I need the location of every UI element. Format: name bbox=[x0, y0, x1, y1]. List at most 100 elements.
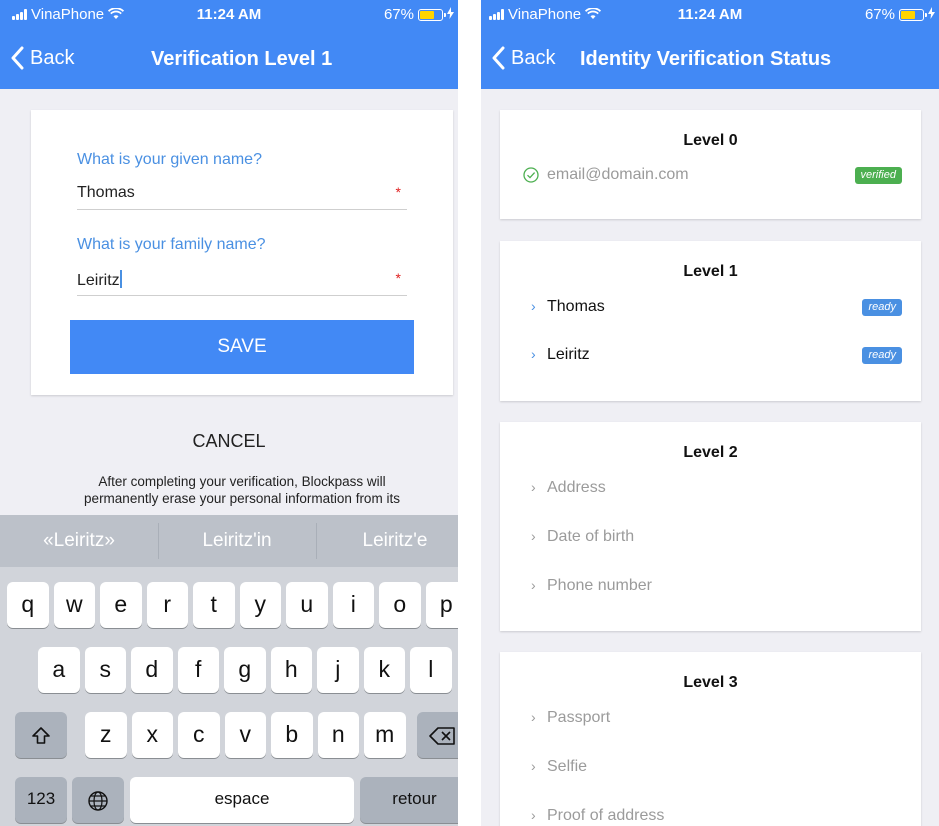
level-title: Level 2 bbox=[683, 444, 738, 461]
family-name-value: Leiritz bbox=[77, 270, 122, 289]
key-w[interactable]: w bbox=[53, 582, 95, 628]
battery-icon bbox=[899, 8, 927, 21]
nav-bar: Back Verification Level 1 bbox=[0, 28, 458, 89]
family-name-field[interactable]: Leiritz * bbox=[77, 266, 407, 296]
key-j[interactable]: j bbox=[317, 647, 359, 693]
check-circle-icon bbox=[523, 167, 539, 183]
chevron-left-icon bbox=[492, 46, 505, 70]
required-mark: * bbox=[395, 270, 401, 286]
level-3-card: Level 3 › Passport › Selfie › Proof of a… bbox=[500, 652, 921, 826]
key-y[interactable]: y bbox=[239, 582, 281, 628]
level-title: Level 0 bbox=[683, 132, 738, 149]
save-button[interactable]: SAVE bbox=[70, 320, 414, 374]
key-t[interactable]: t bbox=[193, 582, 235, 628]
nav-bar: Back Identity Verification Status bbox=[481, 28, 939, 89]
battery-info: 67% bbox=[384, 6, 454, 23]
key-u[interactable]: u bbox=[286, 582, 328, 628]
key-q[interactable]: q bbox=[7, 582, 49, 628]
key-s[interactable]: s bbox=[84, 647, 126, 693]
row-label: Phone number bbox=[547, 577, 652, 594]
row-label: Proof of address bbox=[547, 807, 665, 824]
charging-icon bbox=[447, 7, 454, 22]
key-h[interactable]: h bbox=[270, 647, 312, 693]
battery-percent: 67% bbox=[383, 6, 414, 23]
level-title: Level 1 bbox=[683, 263, 738, 280]
delete-key[interactable] bbox=[417, 712, 458, 758]
charging-icon bbox=[928, 7, 935, 22]
row-label: Selfie bbox=[547, 758, 588, 775]
back-label: Back bbox=[511, 46, 556, 69]
date-of-birth-row[interactable]: › Date of birth bbox=[523, 528, 902, 548]
key-p[interactable]: p bbox=[425, 582, 458, 628]
key-m[interactable]: m bbox=[364, 712, 406, 758]
key-b[interactable]: b bbox=[271, 712, 313, 758]
back-label: Back bbox=[30, 46, 75, 69]
key-d[interactable]: d bbox=[131, 647, 173, 693]
key-z[interactable]: z bbox=[85, 712, 127, 758]
level-2-card: Level 2 › Address › Date of birth › Phon… bbox=[500, 422, 921, 631]
suggestion-2[interactable]: Leiritz'in bbox=[158, 515, 316, 567]
key-k[interactable]: k bbox=[363, 647, 405, 693]
key-a[interactable]: a bbox=[38, 647, 80, 693]
key-v[interactable]: v bbox=[224, 712, 266, 758]
required-mark: * bbox=[395, 184, 401, 200]
row-label: Address bbox=[547, 479, 606, 496]
battery-percent: 67% bbox=[864, 6, 895, 23]
shift-icon bbox=[32, 727, 50, 744]
status-badge: ready bbox=[862, 299, 902, 316]
key-i[interactable]: i bbox=[332, 582, 374, 628]
chevron-right-icon: › bbox=[531, 346, 536, 362]
key-o[interactable]: o bbox=[379, 582, 421, 628]
selfie-row[interactable]: › Selfie bbox=[523, 758, 902, 778]
status-bar: VinaPhone 11:24 AM 67% bbox=[481, 0, 939, 28]
given-name-field[interactable]: Thomas * bbox=[77, 180, 407, 210]
globe-key[interactable] bbox=[72, 777, 124, 823]
family-name-label: What is your family name? bbox=[77, 236, 266, 253]
proof-of-address-row[interactable]: › Proof of address bbox=[523, 807, 902, 826]
given-name-value: Thomas bbox=[77, 184, 135, 201]
chevron-right-icon: › bbox=[531, 758, 536, 774]
page-title: Identity Verification Status bbox=[580, 48, 832, 70]
key-r[interactable]: r bbox=[146, 582, 188, 628]
status-badge: verified bbox=[854, 167, 902, 184]
key-e[interactable]: e bbox=[100, 582, 142, 628]
chevron-right-icon: › bbox=[531, 709, 536, 725]
status-badge: ready bbox=[862, 347, 902, 364]
row-label: Leiritz bbox=[547, 346, 590, 363]
verification-level-1-screen: VinaPhone 11:24 AM 67% Back Verification… bbox=[0, 0, 458, 826]
shift-key[interactable] bbox=[15, 712, 67, 758]
text-cursor bbox=[119, 270, 122, 288]
given-name-label: What is your given name? bbox=[77, 151, 262, 168]
suggestion-1[interactable]: «Leiritz» bbox=[0, 515, 158, 567]
name-form: What is your given name? Thomas * What i… bbox=[31, 110, 453, 395]
autocorrect-bar: «Leiritz» Leiritz'in Leiritz'e bbox=[0, 515, 458, 567]
email-value: email@domain.com bbox=[547, 166, 689, 183]
given-name-row[interactable]: › Thomas ready bbox=[523, 298, 902, 318]
family-name-row[interactable]: › Leiritz ready bbox=[523, 346, 902, 366]
identity-status-screen: VinaPhone 11:24 AM 67% Back Identity Ver… bbox=[481, 0, 939, 826]
suggestion-3[interactable]: Leiritz'e bbox=[316, 515, 458, 567]
numbers-key[interactable]: 123 bbox=[15, 777, 67, 823]
key-l[interactable]: l bbox=[410, 647, 452, 693]
level-1-card: Level 1 › Thomas ready › Leiritz ready bbox=[500, 241, 921, 401]
back-button[interactable]: Back bbox=[491, 46, 555, 70]
key-f[interactable]: f bbox=[177, 647, 219, 693]
phone-number-row[interactable]: › Phone number bbox=[523, 577, 902, 597]
key-c[interactable]: c bbox=[178, 712, 220, 758]
page-title: Verification Level 1 bbox=[151, 48, 333, 70]
privacy-disclaimer: After completing your verification, Bloc… bbox=[84, 474, 400, 506]
row-label: Thomas bbox=[547, 298, 605, 315]
level-0-card: Level 0 email@domain.com verified bbox=[500, 110, 921, 219]
key-n[interactable]: n bbox=[317, 712, 359, 758]
chevron-right-icon: › bbox=[531, 298, 536, 314]
chevron-right-icon: › bbox=[531, 528, 536, 544]
key-x[interactable]: x bbox=[131, 712, 173, 758]
battery-info: 67% bbox=[865, 6, 935, 23]
key-g[interactable]: g bbox=[224, 647, 266, 693]
cancel-button[interactable]: CANCEL bbox=[0, 431, 458, 452]
return-key[interactable]: retour bbox=[360, 777, 458, 823]
space-key[interactable]: espace bbox=[130, 777, 354, 823]
address-row[interactable]: › Address bbox=[523, 479, 902, 499]
passport-row[interactable]: › Passport bbox=[523, 709, 902, 729]
back-button[interactable]: Back bbox=[10, 46, 74, 70]
